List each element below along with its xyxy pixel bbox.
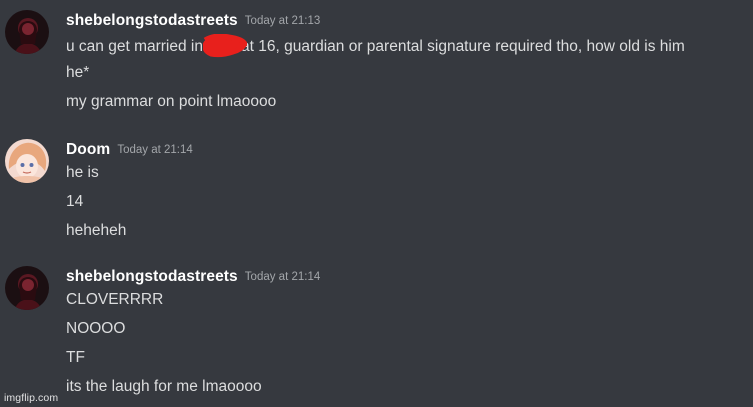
timestamp: Today at 21:14 xyxy=(117,144,193,156)
avatar[interactable] xyxy=(5,266,49,310)
message-text: its the laugh for me lmaoooo xyxy=(66,378,262,395)
message-header: shebelongstodastreets Today at 21:14 xyxy=(66,266,320,288)
avatar[interactable] xyxy=(5,10,49,54)
username[interactable]: shebelongstodastreets xyxy=(66,268,238,285)
message-text: TF xyxy=(66,349,85,366)
message-text: NOOOO xyxy=(66,320,126,337)
message-text-part: at 16, guardian or parental signature re… xyxy=(241,38,685,55)
user-avatar-icon xyxy=(5,139,49,183)
redaction-scribble xyxy=(203,34,247,58)
username[interactable]: shebelongstodastreets xyxy=(66,12,238,29)
message-text-part: u can get married in xyxy=(66,38,203,55)
message-text: he* xyxy=(66,64,90,81)
message-text: he is xyxy=(66,164,99,181)
username[interactable]: Doom xyxy=(66,141,110,158)
message-header: shebelongstodastreets Today at 21:13 xyxy=(66,10,320,32)
watermark: imgflip.com xyxy=(4,392,59,404)
user-avatar-icon xyxy=(5,266,49,310)
message-text: CLOVERRRR xyxy=(66,291,164,308)
message-header: Doom Today at 21:14 xyxy=(66,139,193,161)
user-avatar-icon xyxy=(5,10,49,54)
message-text: u can get married in at 16, guardian or p… xyxy=(66,34,685,58)
timestamp: Today at 21:13 xyxy=(244,15,321,27)
message-text: 14 xyxy=(66,193,84,210)
avatar[interactable] xyxy=(5,139,49,183)
timestamp: Today at 21:14 xyxy=(244,271,321,283)
message-text: heheheh xyxy=(66,222,127,239)
message-text: my grammar on point lmaoooo xyxy=(66,93,277,110)
